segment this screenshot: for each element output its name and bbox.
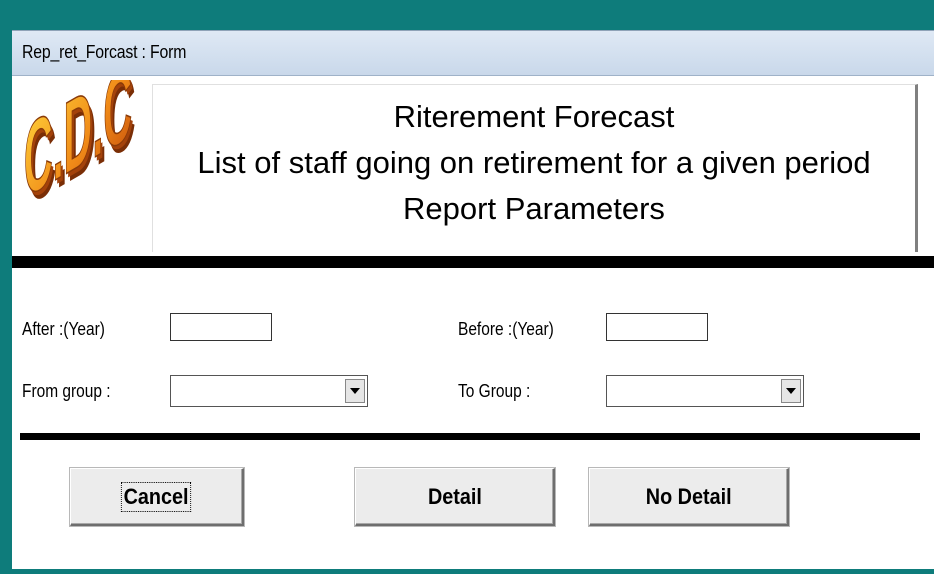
report-title: Riterement Forecast (393, 99, 675, 134)
top-divider (12, 256, 934, 268)
chevron-down-icon (350, 388, 360, 394)
form-window: Rep_ret_Forcast : Form C.D.C C.D.C C.D.C… (12, 30, 934, 569)
cancel-button-label: Cancel (121, 481, 192, 512)
report-subtitle: List of staff going on retirement for a … (197, 145, 871, 180)
to-group-select[interactable] (606, 375, 804, 407)
detail-button[interactable]: Detail (355, 468, 555, 526)
before-year-input[interactable] (606, 313, 708, 341)
window-title: Rep_ret_Forcast : Form (22, 42, 187, 62)
cdc-logo: C.D.C C.D.C C.D.C (24, 80, 136, 220)
to-group-label: To Group : (458, 381, 531, 401)
report-parameters-heading: Report Parameters (403, 191, 665, 226)
from-group-dropdown-button[interactable] (345, 379, 365, 403)
before-year-label: Before :(Year) (458, 319, 554, 339)
cancel-button[interactable]: Cancel (70, 468, 244, 526)
no-detail-button[interactable]: No Detail (589, 468, 789, 526)
report-header: Riterement Forecast List of staff going … (152, 84, 918, 252)
after-year-label: After :(Year) (22, 319, 105, 339)
bottom-divider (20, 433, 920, 440)
detail-button-label: Detail (427, 483, 482, 509)
svg-text:C.D.C: C.D.C (24, 80, 132, 220)
window-titlebar[interactable]: Rep_ret_Forcast : Form (12, 31, 934, 76)
to-group-dropdown-button[interactable] (781, 379, 801, 403)
from-group-select[interactable] (170, 375, 368, 407)
no-detail-button-label: No Detail (645, 483, 732, 509)
after-year-input[interactable] (170, 313, 272, 341)
chevron-down-icon (786, 388, 796, 394)
from-group-label: From group : (22, 381, 111, 401)
form-content: C.D.C C.D.C C.D.C Riterement Forecast Li… (12, 76, 934, 569)
